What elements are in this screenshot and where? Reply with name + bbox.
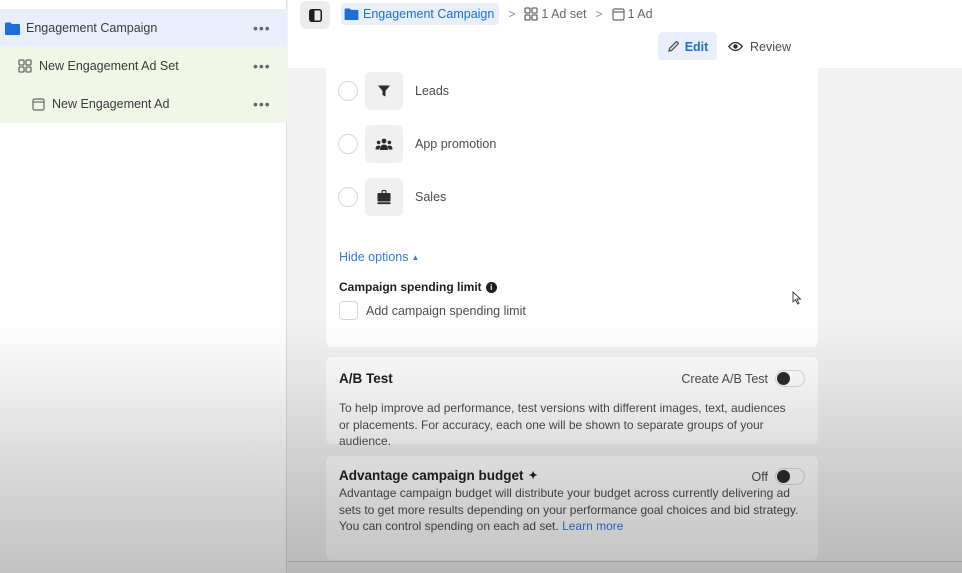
breadcrumb: Engagement Campaign > 1 Ad set > 1 Ad <box>341 2 653 26</box>
tree-item-label: New Engagement Ad Set <box>39 59 179 73</box>
more-options-icon[interactable]: ••• <box>253 58 270 74</box>
advantage-budget-toggle-row[interactable]: Off <box>752 468 805 485</box>
ab-test-card: A/B Test Create A/B Test To help improve… <box>326 357 818 448</box>
sparkle-icon: ✦ <box>528 470 538 482</box>
spending-limit-heading: Campaign spending limit i <box>339 280 497 294</box>
edit-mode-button[interactable]: Edit <box>658 32 717 61</box>
caret-up-icon: ▲ <box>411 252 420 262</box>
more-options-icon[interactable]: ••• <box>253 20 270 36</box>
ad-frame-icon <box>611 7 625 21</box>
advantage-budget-title: Advantage campaign budget <box>339 468 524 483</box>
hide-options-link[interactable]: Hide options ▲ <box>339 250 419 264</box>
people-icon <box>365 125 403 163</box>
grid-icon <box>17 58 33 74</box>
objective-label: Leads <box>415 84 450 98</box>
breadcrumb-adset[interactable]: 1 Ad set <box>524 7 587 21</box>
ab-test-title: A/B Test <box>339 371 393 386</box>
pencil-icon <box>667 41 679 52</box>
objective-label: Sales <box>415 190 447 204</box>
breadcrumb-ad[interactable]: 1 Ad <box>611 7 653 21</box>
objective-radio[interactable] <box>338 187 358 207</box>
ad-frame-icon <box>30 96 46 112</box>
edit-label: Edit <box>684 39 709 54</box>
hide-options-label: Hide options <box>339 250 409 264</box>
breadcrumb-ad-label: 1 Ad <box>627 7 653 21</box>
learn-more-link[interactable]: Learn more <box>562 519 623 533</box>
objective-label: App promotion <box>415 137 497 151</box>
review-label: Review <box>750 39 791 54</box>
folder-icon <box>344 8 359 20</box>
grid-icon <box>524 7 539 21</box>
chevron-right-icon: > <box>508 7 516 21</box>
ab-test-toggle[interactable] <box>775 370 805 387</box>
advantage-budget-description: Advantage campaign budget will distribut… <box>339 485 809 535</box>
spending-limit-checkbox-label: Add campaign spending limit <box>366 303 526 318</box>
tree-item-ad[interactable]: New Engagement Ad ••• <box>0 85 287 123</box>
sidebar-panel-icon <box>308 8 322 22</box>
advantage-budget-toggle-label: Off <box>751 469 768 484</box>
main-panel: Engagement Campaign > 1 Ad set > 1 Ad Ed… <box>288 0 962 573</box>
advantage-budget-toggle[interactable] <box>775 468 805 485</box>
breadcrumb-campaign[interactable]: Engagement Campaign <box>341 3 500 25</box>
objective-option-leads[interactable]: Leads <box>338 72 449 110</box>
spending-limit-title: Campaign spending limit <box>339 280 482 294</box>
chevron-right-icon: > <box>595 7 603 21</box>
objective-radio[interactable] <box>338 81 358 101</box>
toggle-knob <box>777 470 790 483</box>
objective-option-app-promotion[interactable]: App promotion <box>338 125 496 163</box>
breadcrumb-adset-label: 1 Ad set <box>541 7 587 21</box>
mouse-cursor-icon <box>792 291 802 305</box>
eye-icon <box>728 41 743 52</box>
ab-test-toggle-row[interactable]: Create A/B Test <box>681 370 805 387</box>
spending-limit-checkbox-row[interactable]: Add campaign spending limit <box>339 301 526 320</box>
top-bar: Engagement Campaign > 1 Ad set > 1 Ad Ed… <box>288 0 962 68</box>
bottom-divider <box>288 561 962 573</box>
tree-item-campaign[interactable]: Engagement Campaign ••• <box>0 9 287 47</box>
advantage-budget-card: Advantage campaign budget ✦ Off Advantag… <box>326 456 818 560</box>
tree-item-label: New Engagement Ad <box>52 97 170 111</box>
advantage-budget-heading: Advantage campaign budget ✦ <box>339 468 538 483</box>
toggle-sidebar-button[interactable] <box>300 1 330 29</box>
funnel-icon <box>365 72 403 110</box>
tree-item-label: Engagement Campaign <box>26 21 158 35</box>
breadcrumb-campaign-label: Engagement Campaign <box>363 7 495 21</box>
review-mode-button[interactable]: Review <box>728 32 791 61</box>
ab-test-description: To help improve ad performance, test ver… <box>339 401 786 448</box>
campaign-objective-card: Leads App promotion Sales Hide options ▲… <box>326 60 818 347</box>
objective-radio[interactable] <box>338 134 358 154</box>
info-icon[interactable]: i <box>485 281 497 293</box>
shopping-bag-icon <box>365 178 403 216</box>
spending-limit-checkbox[interactable] <box>339 301 358 320</box>
folder-icon <box>4 20 20 36</box>
tree-item-adset[interactable]: New Engagement Ad Set ••• <box>0 47 287 85</box>
toggle-knob <box>777 372 790 385</box>
objective-option-sales[interactable]: Sales <box>338 178 446 216</box>
campaign-tree-sidebar: Engagement Campaign ••• New Engagement A… <box>0 0 287 573</box>
more-options-icon[interactable]: ••• <box>253 96 270 112</box>
ab-test-toggle-label: Create A/B Test <box>681 371 768 386</box>
